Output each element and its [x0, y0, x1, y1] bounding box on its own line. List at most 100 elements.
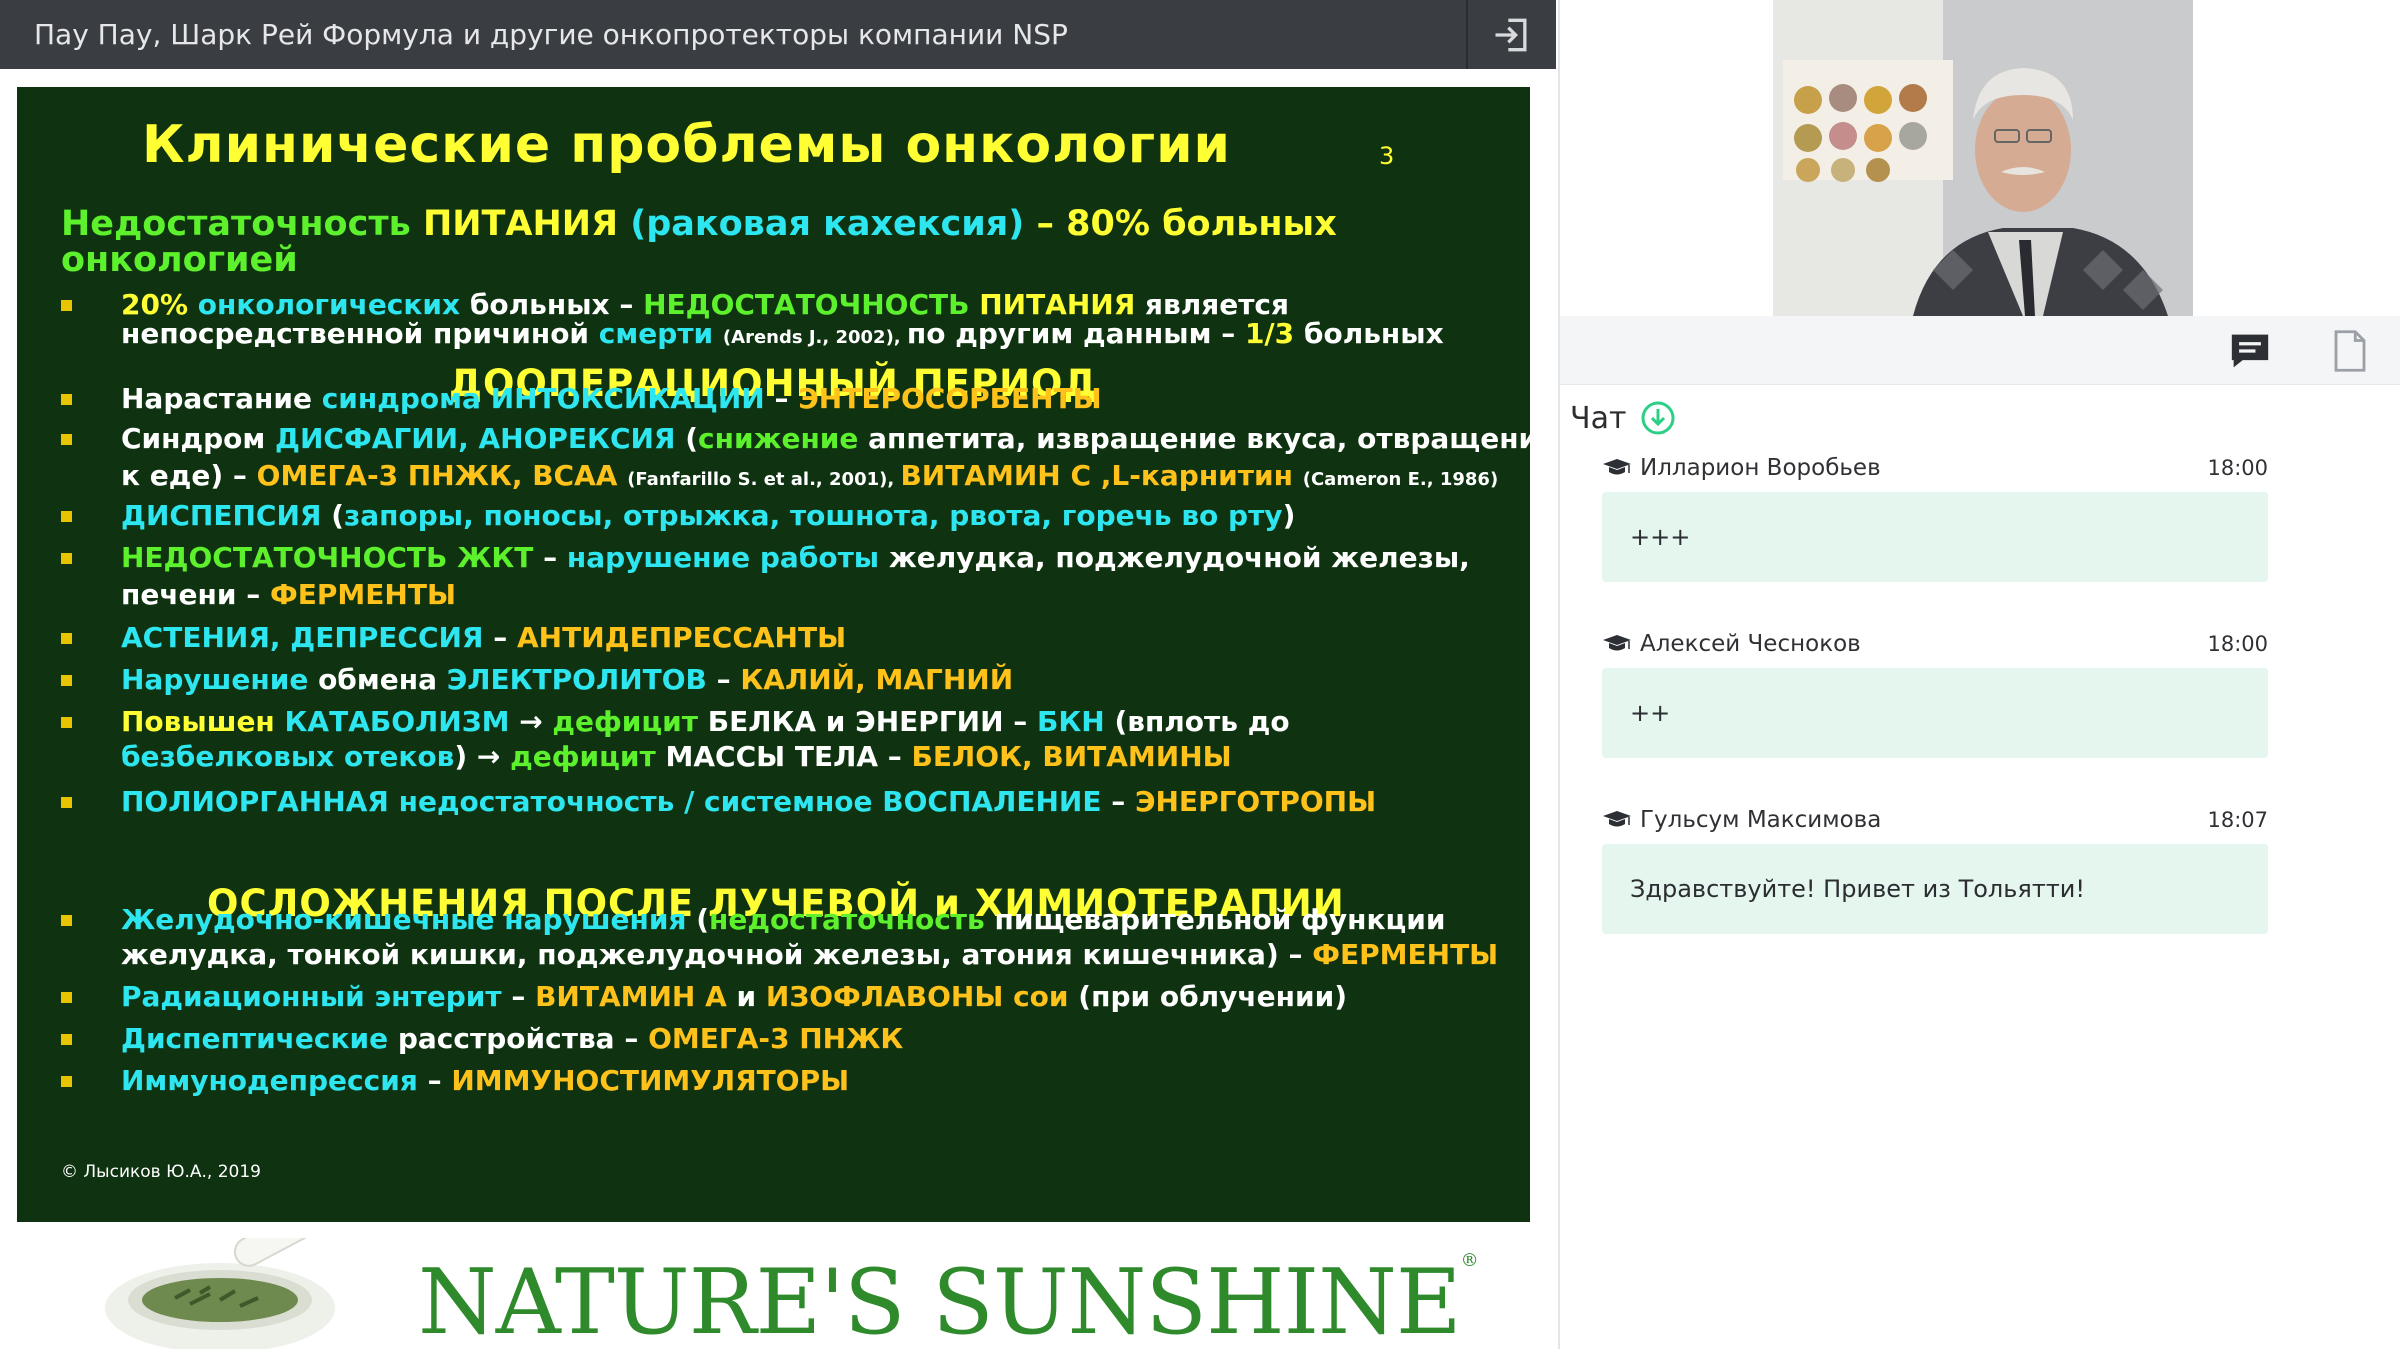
- files-tab-button[interactable]: [2322, 328, 2378, 374]
- slide-title: Клинические проблемы онкологии: [142, 115, 1231, 175]
- chat-message: Гульсум Максимова 18:07 Здравствуйте! Прив…: [1602, 800, 2268, 934]
- chat-message-header: Илларион Воробьев 18:00: [1602, 448, 2268, 488]
- slide-text-fragment: желудка, тонкой кишки, поджелудочной жел…: [121, 938, 1313, 971]
- bullet-marker: [61, 434, 72, 445]
- slide-text-fragment: ИММУНОСТИМУЛЯТОРЫ: [451, 1064, 850, 1097]
- slide-bullet-line: Иммунодепрессия – ИММУНОСТИМУЛЯТОРЫ: [121, 1063, 849, 1099]
- slide-text-fragment: КАЛИЙ, МАГНИЙ: [740, 663, 1014, 696]
- graduation-cap-icon: [1603, 811, 1631, 827]
- bullet-marker: [61, 1034, 72, 1045]
- slide-text-fragment: ОМЕГА-3 ПНЖК: [648, 1022, 904, 1055]
- slide-copyright: © Лысиков Ю.А., 2019: [61, 1162, 261, 1182]
- slide-text-fragment: Недостаточность: [61, 204, 423, 244]
- scroll-down-circle-icon[interactable]: [1640, 400, 1676, 436]
- chat-message-time: 18:07: [2207, 808, 2268, 832]
- slide-bullet-line: печени – ФЕРМЕНТЫ: [121, 577, 456, 613]
- title-bar: Пау Пау, Шарк Рей Формула и другие онкоп…: [0, 0, 1556, 69]
- slide-text-fragment: онкологией: [61, 240, 298, 280]
- slide-text-fragment: Повышен: [121, 705, 285, 738]
- brand-banner: NATURE'S SUNSHINE®: [0, 1238, 1556, 1349]
- slide-text-fragment: –: [624, 1022, 649, 1055]
- slide-bullet-line: ПОЛИОРГАННАЯ недостаточность / системное…: [121, 784, 1376, 820]
- bullet-marker: [61, 1076, 72, 1087]
- chat-message-header: Гульсум Максимова 18:07: [1602, 800, 2268, 840]
- slide-text-fragment: (: [331, 499, 345, 532]
- slide-text-fragment: аппетита, извращение вкуса, отвращение: [868, 422, 1530, 455]
- slide-bullet-line: Диспептические расстройства – ОМЕГА-3 ПН…: [121, 1021, 903, 1057]
- slide-text-fragment: ИНТОКСИКАЦИИ: [490, 382, 775, 415]
- slide-bullet-line: Радиационный энтерит – ВИТАМИН А и ИЗОФЛ…: [121, 979, 1347, 1015]
- slide-text-fragment: ): [1282, 499, 1296, 532]
- panel-toolbar: [1560, 316, 2400, 385]
- slide-bullet-line: к еде) – ОМЕГА-3 ПНЖК, ВСАА (Fanfarillo …: [121, 458, 1498, 498]
- slide-text-fragment: нарушение работы: [566, 541, 889, 574]
- slide-bullet-line: желудка, тонкой кишки, поджелудочной жел…: [121, 937, 1498, 973]
- bullet-marker: [61, 553, 72, 564]
- bullet-marker: [61, 511, 72, 522]
- slide-text-fragment: больных: [1303, 317, 1444, 350]
- exit-to-app-icon: [1495, 18, 1527, 51]
- slide-text-fragment: (: [685, 422, 699, 455]
- chat-message-header: Алексей Чесноков 18:00: [1602, 624, 2268, 664]
- slide-text-fragment: пищеварительной функции: [994, 903, 1446, 936]
- bullet-marker: [61, 633, 72, 644]
- chat-title: Чат: [1570, 400, 1627, 436]
- slide-bullet-line: НЕДОСТАТОЧНОСТЬ ЖКТ – нарушение работы ж…: [121, 540, 1470, 576]
- slide-text-fragment: ЭЛЕКТРОЛИТОВ: [446, 663, 717, 696]
- slide-bullet-line: безбелковых отеков) → дефицит МАССЫ ТЕЛА…: [121, 739, 1232, 775]
- slide-text-fragment: Синдром: [121, 422, 276, 455]
- speaker-video[interactable]: [1773, 0, 2193, 316]
- slide-text-fragment: синдрома: [321, 382, 491, 415]
- chat-tab-button[interactable]: [2222, 328, 2278, 374]
- bullet-marker: [61, 675, 72, 686]
- slide-text-fragment: (: [696, 903, 710, 936]
- graduation-cap-icon: [1603, 635, 1631, 651]
- slide-heading: Недостаточность ПИТАНИЯ (раковая кахекси…: [61, 205, 1337, 243]
- slide-text-fragment: безбелковых отеков: [121, 740, 455, 773]
- file-icon: [2334, 330, 2366, 372]
- slide-text-fragment: –: [774, 382, 799, 415]
- chat-message-author: Гульсум Максимова: [1640, 807, 1882, 833]
- slide-text-fragment: БЕЛОК, ВИТАМИНЫ: [911, 740, 1232, 773]
- slide-text-fragment: желудка, поджелудочной железы,: [888, 541, 1470, 574]
- slide-text-fragment: АСТЕНИЯ, ДЕПРЕССИЯ: [121, 621, 494, 654]
- slide-text-fragment: 1/3: [1244, 317, 1304, 350]
- slide-bullet-line: Нарастание синдрома ИНТОКСИКАЦИИ – ЭНТЕР…: [121, 381, 1102, 417]
- slide-text-fragment: НЕДОСТАТОЧНОСТЬ ЖКТ: [121, 541, 544, 574]
- bullet-marker: [61, 915, 72, 926]
- slide-bullet-line: Синдром ДИСФАГИИ, АНОРЕКСИЯ (снижение ап…: [121, 421, 1530, 457]
- slide-bullet-line: Желудочно-кишечные нарушения (недостаточ…: [121, 902, 1445, 938]
- slide-text-fragment: (Arends J., 2002),: [722, 327, 907, 348]
- slide-text-fragment: (вплоть до: [1114, 705, 1290, 738]
- slide-text-fragment: и: [736, 980, 766, 1013]
- mortar-pestle-logo: [105, 1238, 360, 1349]
- slide-text-fragment: МАССЫ ТЕЛА: [665, 740, 888, 773]
- slide-text-fragment: –: [493, 621, 517, 654]
- natures-sunshine-logo-text: NATURE'S SUNSHINE®: [418, 1250, 1479, 1349]
- slide-text-fragment: непосредственной причиной: [121, 317, 599, 350]
- exit-button[interactable]: [1466, 0, 1556, 69]
- chat-message-time: 18:00: [2207, 456, 2268, 480]
- slide-text-fragment: дефицит: [552, 705, 708, 738]
- slide-text-fragment: смерти: [598, 317, 723, 350]
- presentation-slide: Клинические проблемы онкологии 3 Недоста…: [17, 87, 1530, 1222]
- bullet-marker: [61, 300, 72, 311]
- slide-text-fragment: по другим данным –: [906, 317, 1245, 350]
- slide-text-fragment: →: [519, 705, 553, 738]
- slide-text-fragment: ЭНТЕРОСОРБЕНТЫ: [798, 382, 1102, 415]
- chat-message: Илларион Воробьев 18:00 +++: [1602, 448, 2268, 582]
- slide-text-fragment: ОМЕГА-3 ПНЖК, ВСАА: [256, 459, 628, 492]
- slide-text-fragment: Нарушение: [121, 663, 319, 696]
- slide-heading-cont: онкологией: [61, 241, 298, 279]
- chat-message-text: Здравствуйте! Привет из Тольятти!: [1602, 844, 2268, 934]
- slide-text-fragment: (при облучении): [1078, 980, 1347, 1013]
- chat-message-text: ++: [1602, 668, 2268, 758]
- chat-message: Алексей Чесноков 18:00 ++: [1602, 624, 2268, 758]
- slide-text-fragment: (Cameron E., 1986): [1302, 469, 1499, 490]
- slide-text-fragment: недостаточность: [709, 903, 995, 936]
- slide-text-fragment: запоры, поносы, отрыжка, тошнота, рвота,…: [344, 499, 1283, 532]
- slide-text-fragment: Нарастание: [121, 382, 322, 415]
- slide-text-fragment: печени –: [121, 578, 271, 611]
- slide-text-fragment: обмена: [318, 663, 447, 696]
- slide-text-fragment: ДИСФАГИИ, АНОРЕКСИЯ: [275, 422, 686, 455]
